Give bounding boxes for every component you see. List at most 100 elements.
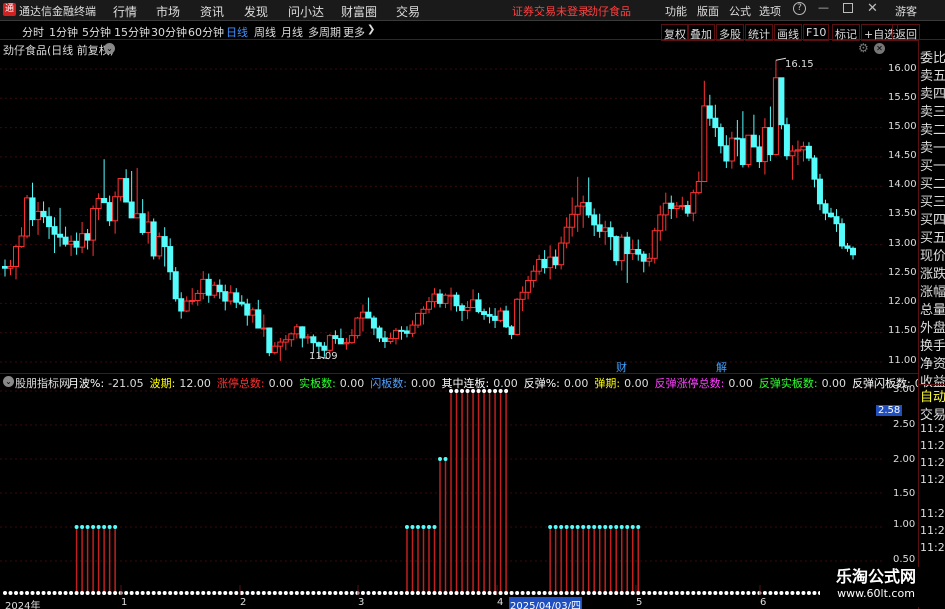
candle[interactable]: [414, 312, 421, 329]
period-30min[interactable]: 30分钟: [151, 24, 187, 40]
candle[interactable]: [24, 194, 31, 239]
period-monthly[interactable]: 月线: [281, 24, 303, 40]
candle[interactable]: [530, 265, 537, 288]
candle[interactable]: [602, 220, 609, 245]
candle[interactable]: [783, 117, 790, 160]
candle[interactable]: [850, 246, 856, 260]
candle[interactable]: [343, 337, 350, 350]
candle[interactable]: [475, 292, 482, 314]
candle[interactable]: [348, 329, 355, 344]
candle[interactable]: [552, 249, 559, 269]
candle[interactable]: [172, 267, 179, 302]
candle[interactable]: [734, 119, 741, 157]
candle[interactable]: [106, 195, 113, 227]
candle[interactable]: [794, 140, 801, 166]
quote-buy1[interactable]: 买一: [920, 155, 945, 174]
period-daily[interactable]: 日线: [226, 24, 248, 40]
candle[interactable]: [337, 328, 344, 345]
candle[interactable]: [409, 320, 416, 337]
candle[interactable]: [370, 315, 377, 336]
candle[interactable]: [79, 221, 86, 254]
auto-trade-tab[interactable]: 自动: [920, 386, 945, 405]
period-multi[interactable]: 多周期: [308, 24, 341, 40]
menu-item-hangqing[interactable]: 行情: [113, 3, 137, 20]
quote-buy5[interactable]: 买五: [920, 227, 945, 246]
chevron-right-icon[interactable]: ❯: [367, 24, 375, 35]
candle[interactable]: [200, 271, 207, 300]
candle[interactable]: [18, 227, 25, 248]
candle[interactable]: [35, 202, 42, 235]
candle[interactable]: [695, 171, 702, 195]
candle[interactable]: [569, 197, 576, 237]
candle[interactable]: [563, 217, 570, 249]
quote-sell5[interactable]: 卖五: [920, 65, 945, 84]
menu-item-jiaoyi[interactable]: 交易: [396, 3, 420, 20]
candle[interactable]: [95, 193, 102, 221]
candle[interactable]: [260, 314, 267, 337]
quote-buy3[interactable]: 买三: [920, 191, 945, 210]
candle[interactable]: [668, 195, 675, 220]
quote-sell4[interactable]: 卖四: [920, 83, 945, 102]
candle[interactable]: [756, 135, 763, 169]
candle[interactable]: [161, 227, 168, 267]
candle[interactable]: [293, 323, 300, 339]
candle[interactable]: [90, 205, 97, 256]
candle[interactable]: [282, 335, 289, 351]
candlestick-chart[interactable]: [0, 55, 884, 373]
quote-netasset[interactable]: 净资: [920, 353, 945, 372]
candle[interactable]: [717, 123, 724, 154]
draw-line-button[interactable]: 画线: [774, 24, 802, 41]
period-15min[interactable]: 15分钟: [114, 24, 150, 40]
quote-price[interactable]: 现价: [920, 245, 945, 264]
candle[interactable]: [585, 177, 592, 218]
statistics-button[interactable]: 统计: [745, 24, 773, 41]
candle[interactable]: [574, 176, 581, 232]
candle[interactable]: [150, 218, 157, 260]
period-5min[interactable]: 5分钟: [82, 24, 111, 40]
candle[interactable]: [646, 253, 653, 267]
candle[interactable]: [249, 307, 256, 323]
candle[interactable]: [233, 288, 240, 309]
quote-turnover[interactable]: 换手: [920, 335, 945, 354]
candle[interactable]: [392, 328, 399, 345]
period-weekly[interactable]: 周线: [254, 24, 276, 40]
quote-sell2[interactable]: 卖二: [920, 119, 945, 138]
candle[interactable]: [238, 295, 245, 307]
candle[interactable]: [128, 170, 135, 219]
restore-icon[interactable]: [843, 3, 853, 13]
candle[interactable]: [508, 325, 515, 340]
candle[interactable]: [365, 297, 372, 319]
candle[interactable]: [541, 250, 548, 274]
candle[interactable]: [822, 199, 829, 221]
candle[interactable]: [662, 192, 669, 231]
candle[interactable]: [613, 235, 620, 266]
menu-item-gongneng[interactable]: 功能: [665, 3, 687, 19]
menu-item-gongshi[interactable]: 公式: [729, 3, 751, 19]
period-fenshi[interactable]: 分时: [22, 24, 44, 40]
candle[interactable]: [789, 145, 796, 180]
candle[interactable]: [811, 155, 818, 188]
candle[interactable]: [640, 251, 647, 273]
mark-button[interactable]: 标记: [832, 24, 860, 41]
candle[interactable]: [437, 289, 444, 308]
candle[interactable]: [750, 114, 757, 148]
candle[interactable]: [486, 307, 493, 324]
gear-icon[interactable]: ⚙: [858, 41, 869, 55]
candle[interactable]: [580, 195, 587, 228]
candle[interactable]: [706, 94, 713, 126]
quote-volume[interactable]: 总量: [920, 299, 945, 318]
minimize-icon[interactable]: —: [818, 1, 829, 14]
candle[interactable]: [701, 80, 708, 183]
indicator-chart[interactable]: [0, 389, 884, 595]
candle[interactable]: [46, 207, 53, 239]
candle[interactable]: [13, 244, 20, 280]
candle[interactable]: [536, 254, 543, 275]
candle[interactable]: [442, 293, 449, 309]
candle[interactable]: [117, 178, 124, 201]
candle[interactable]: [205, 273, 212, 303]
quote-weibi[interactable]: 委比: [920, 47, 945, 66]
candle[interactable]: [304, 333, 311, 344]
candle[interactable]: [51, 217, 58, 254]
candle[interactable]: [558, 236, 565, 270]
candle[interactable]: [607, 221, 614, 251]
